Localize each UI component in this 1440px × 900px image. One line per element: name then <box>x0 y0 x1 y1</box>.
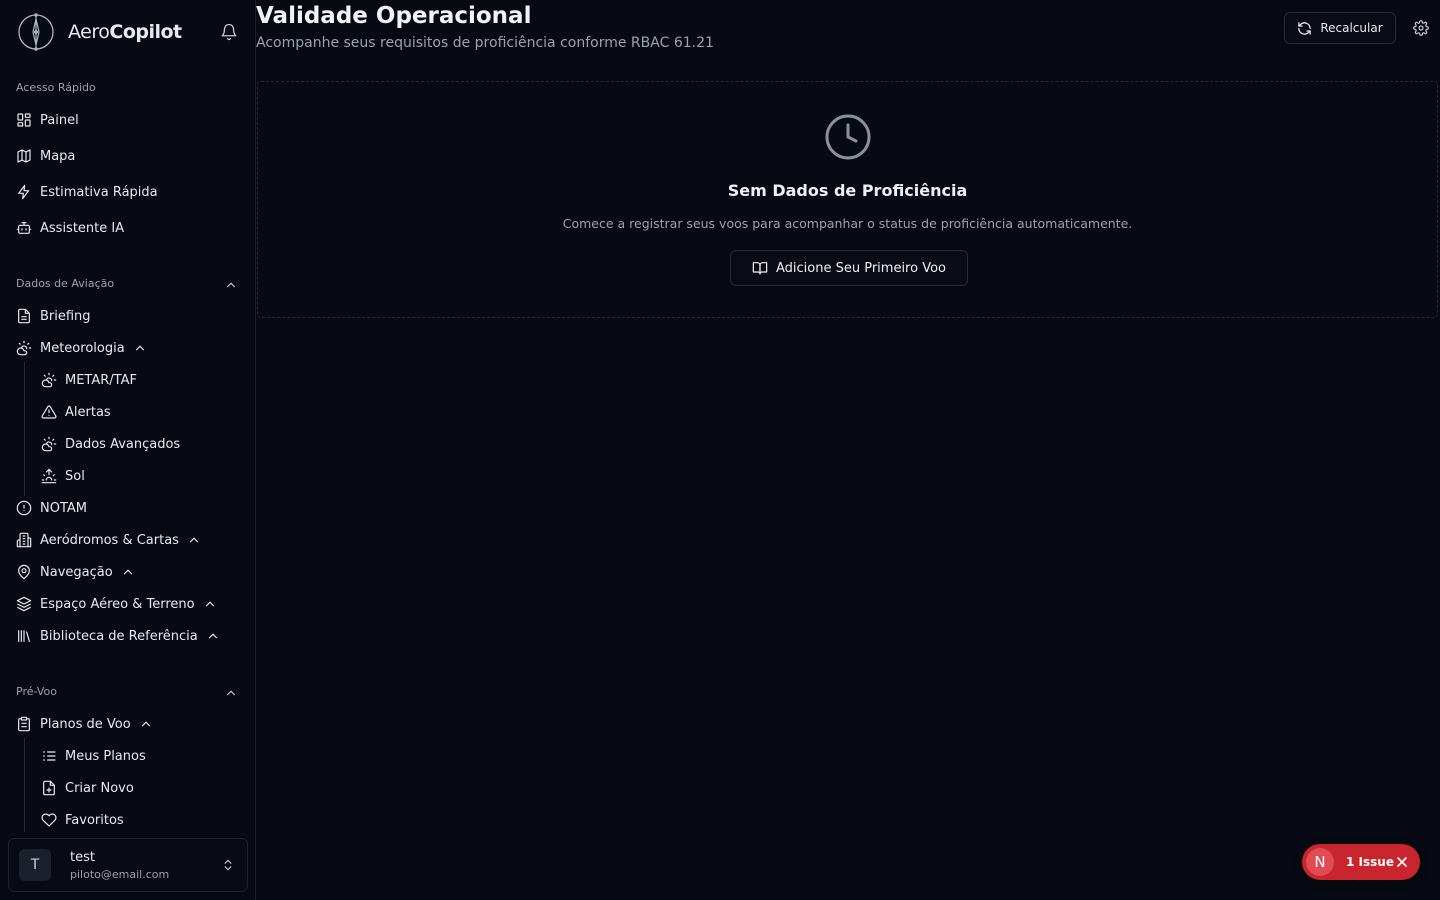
sidebar-item-aerodromos-cartas[interactable]: Aeródromos & Cartas <box>16 528 201 552</box>
sidebar-item-navegacao[interactable]: Navegação <box>16 560 135 584</box>
chevrons-up-down-icon <box>224 859 232 871</box>
bot-icon <box>16 222 32 234</box>
chevron-up-icon[interactable] <box>224 278 238 292</box>
sidebar-item-label: Planos de Voo <box>40 716 131 732</box>
brand-name: AeroCopilot <box>68 21 182 43</box>
user-info: test piloto@email.com <box>70 850 169 881</box>
weather-icon <box>16 340 32 356</box>
empty-state-card: Sem Dados de Proficiência Comece a regis… <box>257 81 1438 318</box>
sidebar-item-label: Meteorologia <box>40 340 125 356</box>
bolt-icon <box>18 184 30 200</box>
sidebar-item-alertas[interactable]: Alertas <box>41 400 111 424</box>
section-title-preflight: Pré-Voo <box>16 685 57 698</box>
chevron-up-icon <box>189 537 199 543</box>
building-icon <box>16 532 32 548</box>
user-menu[interactable]: T test piloto@email.com <box>8 838 248 892</box>
avatar: T <box>19 849 51 881</box>
section-title-quick-access: Acesso Rápido <box>16 81 96 94</box>
sidebar-item-mapa[interactable]: Mapa <box>16 144 75 168</box>
page-subtitle: Acompanhe seus requisitos de proficiênci… <box>256 35 714 51</box>
submenu-guide-line <box>24 362 25 496</box>
chevron-up-icon[interactable] <box>224 686 238 700</box>
compass-logo-icon <box>18 13 54 51</box>
empty-state-description: Comece a registrar seus voos para acompa… <box>562 216 1133 231</box>
alert-circle-icon <box>16 500 32 516</box>
sidebar-item-label: Alertas <box>65 404 111 420</box>
chevron-up-icon <box>205 601 214 607</box>
sidebar-item-label: Navegação <box>40 564 113 580</box>
sidebar-item-label: Briefing <box>40 308 91 324</box>
user-email: piloto@email.com <box>70 867 170 881</box>
close-icon[interactable] <box>1396 856 1408 868</box>
sidebar-item-meteorologia[interactable]: Meteorologia <box>16 336 147 360</box>
heart-icon <box>41 813 57 827</box>
sidebar-item-meus-planos[interactable]: Meus Planos <box>41 744 146 768</box>
sidebar-item-label: Dados Avançados <box>65 436 181 452</box>
layers-icon <box>16 596 32 612</box>
sidebar-item-sol[interactable]: Sol <box>41 464 85 488</box>
pin-icon <box>18 564 30 580</box>
clipboard-icon <box>18 716 30 732</box>
issue-count-label: 1 Issue <box>1346 855 1394 869</box>
sidebar-item-label: Espaço Aéreo & Terreno <box>40 596 195 612</box>
sunrise-icon <box>41 468 57 484</box>
sidebar: AeroCopilot Acesso Rápido Painel Mapa Es… <box>0 0 256 900</box>
file-icon <box>18 308 30 324</box>
map-icon <box>17 149 31 163</box>
sidebar-item-estimativa-rapida[interactable]: Estimativa Rápida <box>16 180 158 204</box>
add-first-flight-button[interactable]: Adicione Seu Primeiro Voo <box>730 250 968 286</box>
sidebar-item-metar-taf[interactable]: METAR/TAF <box>41 368 137 392</box>
warning-icon <box>41 405 57 419</box>
sidebar-item-label: Favoritos <box>65 812 124 828</box>
issue-toast[interactable]: N 1 Issue <box>1302 844 1420 880</box>
add-first-flight-label: Adicione Seu Primeiro Voo <box>775 260 946 276</box>
next-logo-badge: N <box>1306 848 1334 876</box>
submenu-guide-line <box>24 738 25 832</box>
sidebar-item-label: NOTAM <box>40 500 87 516</box>
sidebar-item-label: Estimativa Rápida <box>40 184 158 200</box>
sidebar-item-label: Biblioteca de Referência <box>40 628 198 644</box>
empty-state-title: Sem Dados de Proficiência <box>727 181 968 200</box>
section-title-aviation-data: Dados de Aviação <box>16 277 115 290</box>
library-icon <box>18 630 30 642</box>
page-title: Validade Operacional <box>256 3 532 29</box>
sidebar-item-favoritos[interactable]: Favoritos <box>41 808 124 832</box>
sidebar-item-label: METAR/TAF <box>65 372 137 388</box>
grid-icon <box>17 113 31 127</box>
bell-icon[interactable] <box>220 23 238 41</box>
sidebar-item-criar-novo[interactable]: Criar Novo <box>41 776 134 800</box>
sidebar-item-label: Painel <box>40 112 79 128</box>
user-name: test <box>70 849 95 865</box>
brand[interactable]: AeroCopilot <box>16 12 240 52</box>
sidebar-item-dados-avancados[interactable]: Dados Avançados <box>41 432 180 456</box>
sidebar-item-label: Sol <box>65 468 85 484</box>
list-icon <box>43 751 56 761</box>
sidebar-item-espaco-aereo-terreno[interactable]: Espaço Aéreo & Terreno <box>16 592 217 616</box>
recalculate-label: Recalcular <box>1320 21 1383 35</box>
refresh-icon <box>1298 21 1312 35</box>
sidebar-item-biblioteca-referencia[interactable]: Biblioteca de Referência <box>16 624 220 648</box>
sidebar-item-label: Meus Planos <box>65 748 146 764</box>
gear-icon[interactable] <box>1413 20 1429 36</box>
sidebar-item-briefing[interactable]: Briefing <box>16 304 91 328</box>
sidebar-item-label: Mapa <box>40 148 76 164</box>
sidebar-item-notam[interactable]: NOTAM <box>16 496 87 520</box>
sidebar-item-label: Criar Novo <box>65 780 134 796</box>
weather-icon <box>41 436 57 452</box>
sidebar-item-painel[interactable]: Painel <box>16 108 79 132</box>
book-open-icon <box>752 262 768 275</box>
sidebar-item-label: Assistente IA <box>40 220 125 236</box>
chevron-up-icon <box>208 633 217 639</box>
chevron-up-icon <box>141 721 150 727</box>
clock-icon <box>825 114 871 160</box>
sidebar-item-planos-de-voo[interactable]: Planos de Voo <box>16 712 153 736</box>
file-plus-icon <box>43 780 55 796</box>
sidebar-item-assistente-ia[interactable]: Assistente IA <box>16 216 124 240</box>
weather-icon <box>41 372 57 388</box>
sidebar-item-label: Aeródromos & Cartas <box>40 532 179 548</box>
chevron-up-icon <box>135 345 144 351</box>
recalculate-button[interactable]: Recalcular <box>1284 12 1396 44</box>
chevron-up-icon <box>123 569 132 575</box>
